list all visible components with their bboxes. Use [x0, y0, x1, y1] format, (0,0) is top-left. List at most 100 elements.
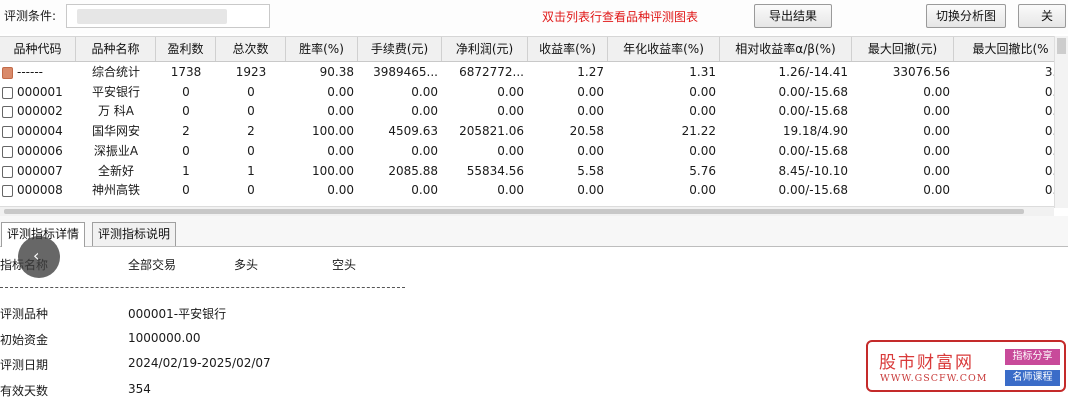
row-checkbox[interactable] — [2, 126, 13, 139]
col-wins-cell: 2 — [182, 124, 190, 139]
detail-value: 354 — [128, 382, 151, 396]
col-annual-return-header[interactable]: 年化收益率(%) — [608, 37, 720, 61]
col-net-profit-cell: 205821.06 — [459, 124, 524, 139]
table-row[interactable]: 000002 万 科A 0 0 0.00 0.00 0.00 0.00 0.00 0.00/-15… — [0, 102, 1068, 121]
col-long: 多头 — [234, 258, 259, 272]
col-total-cell: 0 — [247, 84, 255, 99]
col-name-cell: 综合统计 — [91, 65, 140, 79]
export-button[interactable]: 导出结果 — [754, 4, 832, 28]
col-fee-header[interactable]: 手续费(元) — [358, 37, 442, 61]
row-checkbox[interactable] — [2, 106, 13, 119]
col-return-cell: 0.00 — [577, 183, 604, 198]
col-annual-return-cell: 5.76 — [689, 163, 716, 178]
condition-label: 评测条件: — [4, 9, 57, 23]
col-net-profit-header[interactable]: 净利润(元) — [442, 37, 528, 61]
detail-value: 1000000.00 — [128, 331, 201, 345]
col-annual-return-cell: 0.00 — [689, 143, 716, 158]
col-win-rate-cell: 90.38 — [319, 65, 354, 79]
col-fee-cell: 0.00 — [411, 143, 438, 158]
col-max-drawdown-pct-cell: 3.2 — [954, 63, 1068, 82]
col-max-drawdown-cell: 33076.56 — [892, 65, 950, 79]
switch-chart-button[interactable]: 切换分析图 — [926, 4, 1006, 28]
hint-text: 双击列表行查看品种评测图表 — [542, 10, 699, 24]
col-max-drawdown-pct-cell: 0.0 — [954, 142, 1068, 161]
separator-line — [0, 287, 405, 288]
col-name-cell: 平安银行 — [91, 84, 140, 99]
col-alpha-beta-header[interactable]: 相对收益率α/β(%) — [720, 37, 852, 61]
chevron-left-icon: ‹ — [33, 246, 40, 265]
table-vertical-scrollbar[interactable] — [1054, 36, 1068, 208]
col-max-drawdown-cell: 0.00 — [923, 143, 950, 158]
col-fee-cell: 3989465... — [373, 65, 438, 79]
table-row[interactable]: 000008 神州高铁 0 0 0.00 0.00 0.00 0.00 0.00 0.00/-15… — [0, 181, 1068, 200]
tab-metric-explanation[interactable]: 评测指标说明 — [92, 222, 177, 246]
col-annual-return-cell: 0.00 — [689, 84, 716, 99]
row-checkbox[interactable] — [2, 185, 13, 198]
code-text: 000008 — [17, 183, 63, 198]
code-text: 000004 — [17, 124, 63, 139]
col-win-rate-header[interactable]: 胜率(%) — [286, 37, 358, 61]
col-fee-cell: 0.00 — [411, 104, 438, 119]
condition-value-redacted — [77, 9, 227, 24]
detail-tabs: 评测指标详情 评测指标说明 — [0, 216, 1068, 247]
results-table: 品种代码 品种名称 盈利数 总次数 胜率(%) 手续费(元) 净利润(元) 收益率(%) 年化收… — [0, 36, 1068, 208]
col-max-drawdown-pct-header[interactable]: 最大回撤比(% — [954, 37, 1068, 61]
condition-input[interactable] — [66, 4, 270, 28]
table-row[interactable]: 000007 全新好 1 1 100.00 2085.88 55834.56 5.58 5.76… — [0, 162, 1068, 181]
col-return-cell: 0.00 — [577, 143, 604, 158]
col-alpha-beta-cell: 1.26/-14.41 — [778, 65, 848, 79]
col-net-profit-cell: 6872772... — [459, 65, 524, 79]
scroll-thumb[interactable] — [4, 209, 1024, 214]
watermark-tag-course: 名师课程 — [1005, 370, 1060, 386]
code-text: 000007 — [17, 163, 63, 178]
col-name-cell: 国华网安 — [91, 124, 140, 139]
col-max-drawdown-cell: 0.00 — [923, 84, 950, 99]
col-max-drawdown-pct-cell: 0.0 — [954, 162, 1068, 181]
col-net-profit-cell: 55834.56 — [466, 163, 524, 178]
detail-label: 初始资金 — [0, 333, 49, 347]
col-name-cell: 全新好 — [97, 163, 134, 178]
col-wins-cell: 0 — [182, 104, 190, 119]
code-text: 000002 — [17, 104, 63, 119]
col-wins-header[interactable]: 盈利数 — [156, 37, 216, 61]
col-max-drawdown-cell: 0.00 — [923, 163, 950, 178]
table-row[interactable]: 000004 国华网安 2 2 100.00 4509.63 205821.06 20.58 2… — [0, 122, 1068, 141]
close-button[interactable]: 关 — [1018, 4, 1066, 28]
col-code-cell: 000001 — [0, 83, 76, 102]
detail-label: 评测品种 — [0, 307, 49, 321]
col-fee-cell: 2085.88 — [388, 163, 438, 178]
col-total-cell: 0 — [247, 183, 255, 198]
watermark-url: WWW.GSCFW.COM — [880, 373, 988, 384]
col-max-drawdown-pct-cell: 0.0 — [954, 181, 1068, 200]
table-row[interactable]: 000001 平安银行 0 0 0.00 0.00 0.00 0.00 0.00 0.00/-15… — [0, 83, 1068, 102]
col-wins-cell: 1738 — [170, 65, 202, 79]
watermark-tag-share: 指标分享 — [1005, 349, 1060, 365]
col-fee-cell: 0.00 — [411, 84, 438, 99]
col-code-cell: 000007 — [0, 162, 76, 181]
col-max-drawdown-cell: 0.00 — [923, 104, 950, 119]
row-checkbox[interactable] — [2, 165, 13, 178]
scroll-thumb[interactable] — [1057, 38, 1066, 54]
col-total-header[interactable]: 总次数 — [216, 37, 286, 61]
col-return-header[interactable]: 收益率(%) — [528, 37, 608, 61]
row-checkbox[interactable] — [2, 86, 13, 99]
col-win-rate-cell: 100.00 — [312, 124, 354, 139]
col-win-rate-cell: 0.00 — [327, 104, 354, 119]
summary-icon — [2, 67, 13, 79]
col-name-header[interactable]: 品种名称 — [76, 37, 156, 61]
detail-value: 2024/02/19-2025/02/07 — [128, 356, 271, 370]
col-code-header[interactable]: 品种代码 — [0, 37, 76, 61]
table-row[interactable]: ------ 综合统计 1738 1923 90.38 3989465... 6872772… — [0, 63, 1068, 82]
col-return-cell: 1.27 — [577, 65, 604, 79]
col-all-trades: 全部交易 — [128, 258, 177, 272]
col-max-drawdown-pct-cell: 0.0 — [954, 102, 1068, 121]
col-total-cell: 2 — [247, 124, 255, 139]
col-max-drawdown-pct-cell: 0.0 — [954, 122, 1068, 141]
row-checkbox[interactable] — [2, 145, 13, 158]
col-max-drawdown-header[interactable]: 最大回撤(元) — [852, 37, 954, 61]
table-row[interactable]: 000006 深振业A 0 0 0.00 0.00 0.00 0.00 0.00 0.00/-15… — [0, 142, 1068, 161]
col-return-cell: 0.00 — [577, 104, 604, 119]
col-net-profit-cell: 0.00 — [497, 143, 524, 158]
detail-label: 评测日期 — [0, 358, 49, 372]
col-annual-return-cell: 0.00 — [689, 183, 716, 198]
